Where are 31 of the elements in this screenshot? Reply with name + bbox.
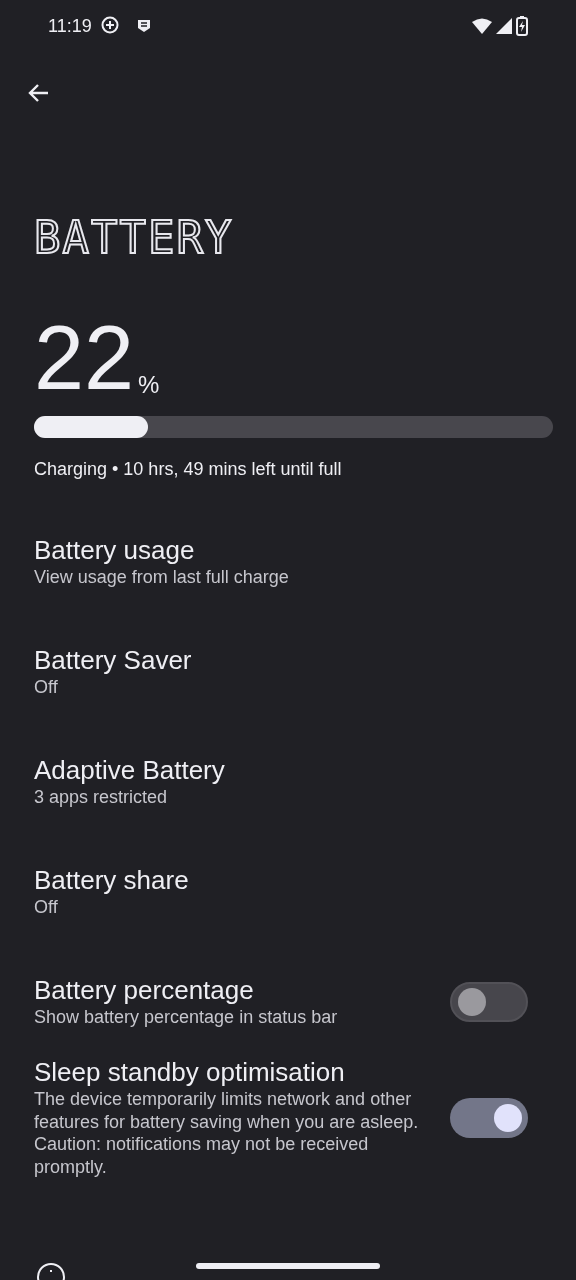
item-title: Battery percentage <box>34 975 255 1007</box>
shield-icon <box>135 18 152 34</box>
chat-plus-icon <box>99 16 120 36</box>
settings-item[interactable]: Battery Saver Off <box>0 617 576 727</box>
settings-item[interactable]: Battery percentage Show battery percentage in status bar <box>0 947 576 1057</box>
toggle-switch[interactable] <box>450 982 528 1022</box>
item-summary: Show battery percentage in status bar <box>34 1006 339 1029</box>
page-title: BATTERY <box>34 216 234 260</box>
item-summary: Off <box>34 676 59 699</box>
item-summary: View usage from last full charge <box>34 566 290 589</box>
settings-item[interactable]: Adaptive Battery 3 apps restricted <box>0 727 576 837</box>
item-title: Battery usage <box>34 535 196 567</box>
status-time: 11:19 <box>48 14 92 38</box>
signal-icon <box>496 18 512 34</box>
settings-item[interactable]: Battery share Off <box>0 837 576 947</box>
settings-item[interactable]: Sleep standby optimisation The device temporarily limits network and other features for battery saving when you are asleep. Caution: notifications may not be received promptly. <box>0 1057 576 1179</box>
item-title: Sleep standby optimisation <box>34 1057 346 1089</box>
wifi-icon <box>472 18 492 34</box>
settings-item[interactable]: Battery usage View usage from last full charge <box>0 507 576 617</box>
item-title: Battery Saver <box>34 645 193 677</box>
percent-sign: % <box>138 374 160 394</box>
item-title: Battery share <box>34 865 190 897</box>
battery-percent: 22 <box>34 322 135 394</box>
item-summary: 3 apps restricted <box>34 786 169 809</box>
battery-charging-icon <box>516 16 528 36</box>
charging-status: Charging • 10 hrs, 49 mins left until full <box>34 458 343 481</box>
toggle-switch[interactable] <box>450 1097 528 1138</box>
item-summary: The device temporarily limits network and other features for battery saving when you are asleep. Caution: notifications may not be received promptly. <box>34 1088 420 1179</box>
item-summary: Off <box>34 896 59 919</box>
item-title: Adaptive Battery <box>34 755 226 787</box>
info-icon <box>36 1262 66 1280</box>
